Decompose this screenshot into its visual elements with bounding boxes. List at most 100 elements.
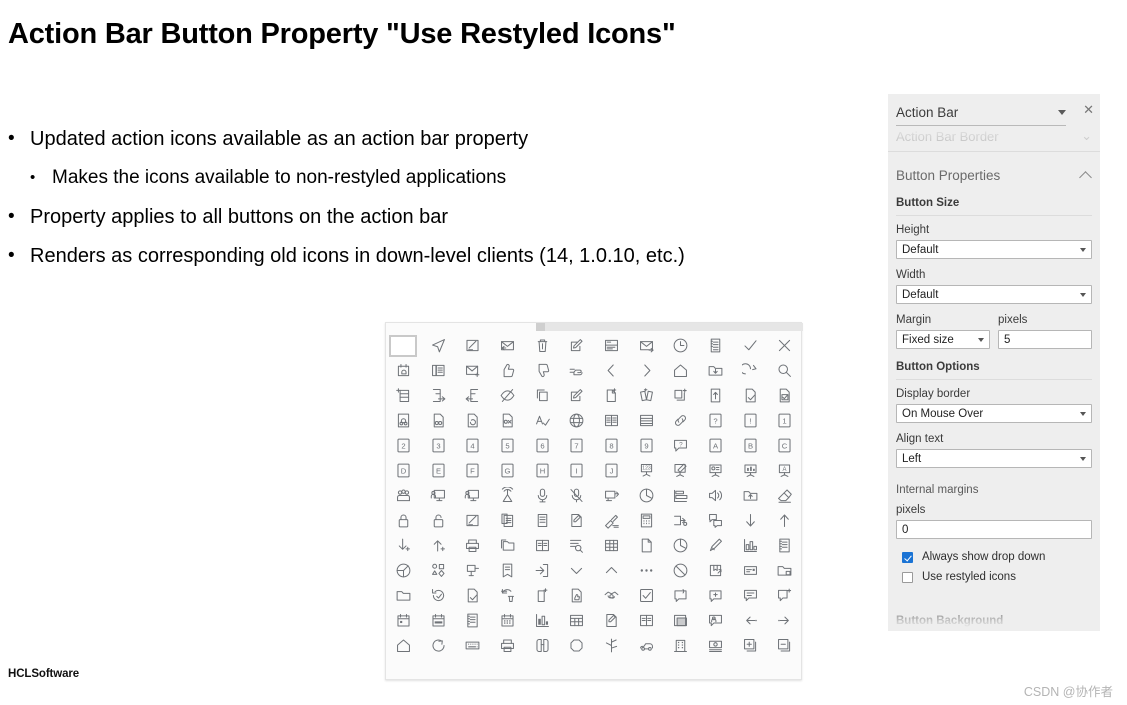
display-border-select[interactable]: On Mouse Over [896,404,1092,423]
file-thumbs-icon[interactable] [562,584,592,608]
numbered-presentation-icon[interactable]: 123 [631,459,661,483]
send-paperplane-icon[interactable] [423,334,453,358]
hide-eye-icon[interactable] [492,384,522,408]
checkmark-icon[interactable] [735,334,765,358]
add-to-list-icon[interactable] [388,384,418,408]
refresh-circle-icon[interactable] [423,634,453,658]
chevron-up-icon[interactable] [596,559,626,583]
building-icon[interactable] [666,634,696,658]
presentation-text-icon[interactable]: A [770,459,800,483]
banknote-icon[interactable] [701,634,731,658]
block-circle-icon[interactable] [666,559,696,583]
list-document-icon[interactable] [701,334,731,358]
copy-icon[interactable] [527,384,557,408]
exit-door-icon[interactable] [527,559,557,583]
clipboard-list-icon[interactable] [492,509,522,533]
pin-board-icon[interactable] [458,559,488,583]
monitor-person-icon[interactable] [458,484,488,508]
comment-move-icon[interactable] [701,509,731,533]
pie-slice-icon[interactable] [666,534,696,558]
clock-icon[interactable] [666,334,696,358]
collapsed-section-button-background[interactable]: Button Background [896,615,1076,627]
folder-move-in-icon[interactable] [701,359,731,383]
spell-check-icon[interactable] [527,409,557,433]
search-magnifier-icon[interactable] [770,359,800,383]
window-fill-icon[interactable] [666,609,696,633]
table-columns-icon[interactable] [562,609,592,633]
binoculars-icon[interactable] [527,634,557,658]
checkbox-use-restyled-icons[interactable] [902,571,913,583]
palette-scroll-thumb[interactable] [536,323,545,331]
collapsed-section-action-bar-border[interactable]: Action Bar Border ⌄ [896,128,1092,144]
key-1-icon[interactable]: 1 [770,409,800,433]
speaker-volume-icon[interactable] [701,484,731,508]
clean-brush-icon[interactable] [596,509,626,533]
close-icon[interactable]: ✕ [1083,103,1094,116]
file-page-icon[interactable] [631,534,661,558]
align-text-select[interactable]: Left [896,449,1092,468]
home-outline-icon[interactable] [388,634,418,658]
document-link-icon[interactable] [423,409,453,433]
height-select[interactable]: Default [896,240,1092,259]
print-icon[interactable] [458,534,488,558]
keyboard-icon[interactable] [458,634,488,658]
notebook-icon[interactable] [770,534,800,558]
presenter-screen-icon[interactable] [423,484,453,508]
key-8-icon[interactable]: 8 [596,434,626,458]
duplicate-add-icon[interactable] [666,384,696,408]
bar-graph-icon[interactable] [735,534,765,558]
icon-palette[interactable]: ?! 1 2 3 4 5 6 7 8 9? A B C D E F G H I J 123 A [385,322,803,680]
arrow-down-icon[interactable] [735,509,765,533]
thumbs-down-icon[interactable] [527,359,557,383]
presentation-chart-icon[interactable] [735,459,765,483]
calendar-month-icon[interactable] [492,609,522,633]
key-6-icon[interactable]: 6 [527,434,557,458]
people-group-icon[interactable] [388,484,418,508]
arrow-forward-dot-icon[interactable] [770,609,800,633]
notepad-icon[interactable] [458,609,488,633]
chevron-down-icon[interactable] [562,559,592,583]
key-3-icon[interactable]: 3 [423,434,453,458]
search-list-icon[interactable] [562,534,592,558]
margin-select[interactable]: Fixed size [896,330,990,349]
globe-icon[interactable] [562,409,592,433]
document-refresh-icon[interactable] [458,409,488,433]
delete-trash-icon[interactable] [527,334,557,358]
bubble-text-icon[interactable] [735,584,765,608]
book-closed-icon[interactable] [492,559,522,583]
edit-document-icon[interactable] [562,384,592,408]
chevron-right-icon[interactable] [631,359,661,383]
handshake-icon[interactable] [596,584,626,608]
network-node-icon[interactable] [596,634,626,658]
book-pages-icon[interactable] [631,609,661,633]
section-header-button-properties[interactable]: Button Properties [888,154,1100,193]
presentation-screen-icon[interactable] [701,459,731,483]
pencils-icon[interactable] [701,534,731,558]
projector-icon[interactable] [596,484,626,508]
checkbox-checked-icon[interactable] [631,584,661,608]
alarm-calendar-icon[interactable] [388,359,418,383]
forward-mail-icon[interactable] [631,334,661,358]
alert-exclamation-icon[interactable]: ! [735,409,765,433]
bubble-new-icon[interactable] [770,584,800,608]
key-d-icon[interactable]: D [388,459,418,483]
chevron-left-icon[interactable] [596,359,626,383]
upload-document-icon[interactable] [701,384,731,408]
document-review-icon[interactable] [492,409,522,433]
pointing-hand-icon[interactable] [562,359,592,383]
printer-icon[interactable] [492,634,522,658]
key-b-icon[interactable]: B [735,434,765,458]
upload-add-icon[interactable] [423,534,453,558]
compose-signed-icon[interactable] [458,334,488,358]
reply-mail-icon[interactable] [492,334,522,358]
folder-icon[interactable] [388,584,418,608]
microphone-icon[interactable] [527,484,557,508]
key-e-icon[interactable]: E [423,459,453,483]
thumbs-up-icon[interactable] [492,359,522,383]
chevron-down-icon[interactable]: ⌄ [1081,128,1092,144]
rows-list-icon[interactable] [631,409,661,433]
copy-folder-icon[interactable] [492,534,522,558]
redo-arrow-icon[interactable] [735,359,765,383]
key-a-icon[interactable]: A [701,434,731,458]
key-9-icon[interactable]: 9 [631,434,661,458]
